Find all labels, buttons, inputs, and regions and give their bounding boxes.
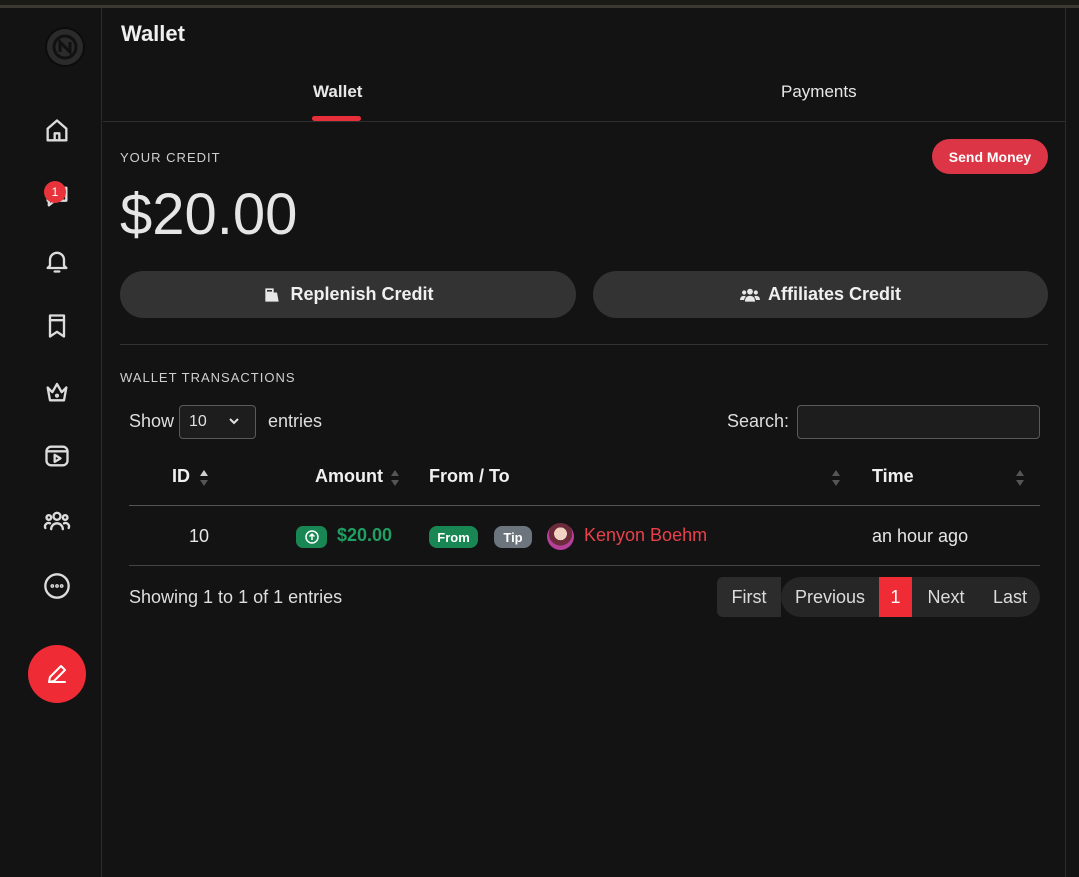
site-logo[interactable] [45, 27, 85, 67]
send-money-button[interactable]: Send Money [932, 139, 1048, 174]
main-content: Wallet Wallet Payments YOUR CREDIT Send … [103, 8, 1065, 877]
replenish-credit-button[interactable]: Replenish Credit [120, 271, 576, 318]
show-label: Show [129, 411, 175, 431]
tab-bar: Wallet Payments [103, 68, 1065, 122]
sort-icon [831, 468, 841, 488]
entries-per-page-select[interactable]: 10 [179, 405, 256, 439]
tab-payments[interactable]: Payments [781, 82, 857, 102]
row-time: an hour ago [872, 526, 969, 546]
section-divider [120, 344, 1048, 345]
credit-label: YOUR CREDIT [120, 150, 221, 165]
chevron-down-icon [227, 414, 241, 428]
sort-icon [390, 468, 400, 488]
column-header-amount[interactable]: Amount [315, 466, 383, 487]
entries-label: entries [268, 411, 323, 431]
more-icon[interactable] [41, 570, 73, 602]
content-right-border [1065, 8, 1066, 877]
column-header-from-to[interactable]: From / To [429, 466, 510, 487]
column-header-time[interactable]: Time [872, 466, 914, 487]
video-icon[interactable] [41, 440, 73, 472]
type-badge: Tip [494, 526, 532, 548]
pagination-page-1[interactable]: 1 [879, 577, 912, 617]
sort-ascending-icon [199, 468, 209, 488]
row-amount: $20.00 [337, 525, 393, 545]
page-title: Wallet [121, 21, 185, 46]
search-input[interactable] [797, 405, 1040, 439]
pagination-last[interactable]: Last [980, 577, 1040, 617]
pagination-previous[interactable]: Previous [781, 577, 879, 617]
avatar[interactable] [547, 523, 574, 550]
bell-icon[interactable] [41, 245, 73, 277]
top-border [0, 0, 1079, 8]
affiliates-credit-label: Affiliates Credit [767, 284, 902, 304]
sidebar: 1 [0, 8, 102, 877]
active-tab-indicator [312, 116, 361, 121]
cash-register-icon [265, 287, 280, 302]
table-header-border [129, 505, 1040, 506]
home-icon[interactable] [41, 115, 73, 147]
users-icon[interactable] [41, 505, 73, 537]
pagination-first[interactable]: First [717, 577, 781, 617]
compose-button[interactable] [28, 645, 86, 703]
credit-amount: $20.00 [120, 182, 298, 247]
column-header-id[interactable]: ID [172, 466, 190, 487]
sort-icon [1015, 468, 1025, 488]
bookmark-icon[interactable] [41, 310, 73, 342]
replenish-credit-label: Replenish Credit [290, 284, 434, 304]
messages-badge: 1 [44, 181, 66, 203]
crown-icon[interactable] [41, 375, 73, 407]
arrow-up-circle-icon [296, 526, 327, 548]
entries-per-page-value: 10 [189, 413, 207, 430]
transactions-section-label: WALLET TRANSACTIONS [120, 370, 296, 385]
direction-badge: From [429, 526, 478, 548]
users-icon [739, 288, 760, 302]
search-label: Search: [727, 411, 790, 431]
user-link[interactable]: Kenyon Boehm [584, 525, 707, 546]
pencil-icon [48, 665, 66, 683]
table-summary: Showing 1 to 1 of 1 entries [129, 587, 343, 607]
pagination-next[interactable]: Next [912, 577, 980, 617]
table-bottom-border [129, 565, 1040, 566]
tab-wallet[interactable]: Wallet [313, 82, 362, 102]
affiliates-credit-button[interactable]: Affiliates Credit [593, 271, 1048, 318]
row-id: 10 [189, 526, 210, 546]
